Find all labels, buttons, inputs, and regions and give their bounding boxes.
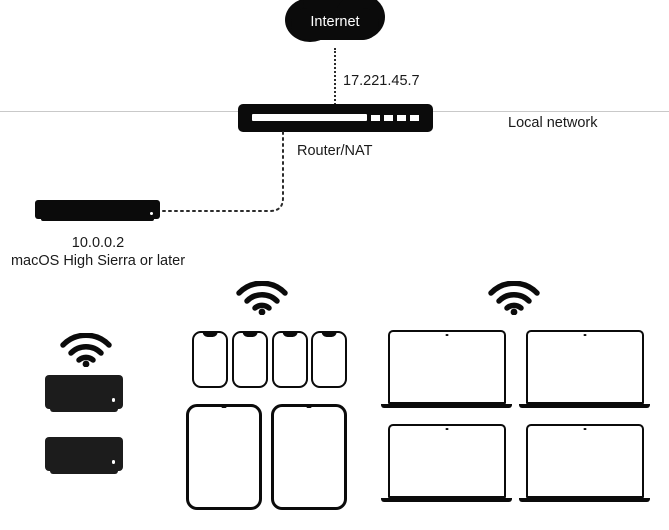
ipad-1[interactable] [186,404,262,510]
router-label: Router/NAT [297,143,373,159]
apple-tv-1-status-led [111,398,115,402]
ipad-1-camera [221,405,227,408]
mac-mini-foot [41,218,154,221]
macbook-3-base [381,497,512,502]
macbook-3[interactable] [381,424,512,502]
router-led-2 [384,115,393,121]
router-led-3 [397,115,406,121]
router-device[interactable] [238,104,433,132]
macbook-2-base [519,403,650,408]
public-ip-label: 17.221.45.7 [343,73,420,89]
iphone-4-notch [321,332,337,337]
mac-mini-server[interactable] [35,200,160,221]
local-network-label: Local network [508,115,598,131]
macbook-1-screen [387,330,506,404]
internet-cloud: Internet [285,0,385,48]
internet-to-router-link [334,48,336,108]
router-led-1 [371,115,380,121]
wifi-icon-appletv [60,333,112,367]
ipad-2[interactable] [271,404,347,510]
iphone-1-notch [202,332,218,337]
server-os-label: macOS High Sierra or later [10,253,186,269]
iphone-3[interactable] [272,331,308,388]
router-led-4 [410,115,419,121]
macbook-3-camera [445,427,448,430]
iphone-2[interactable] [232,331,268,388]
mac-mini-body [35,200,160,219]
router-led-group [371,115,419,121]
apple-tv-1-body [45,375,123,409]
server-ip-label: 10.0.0.2 [71,235,125,251]
macbook-4-screen [525,424,644,498]
mac-mini-status-led [150,212,153,215]
apple-tv-1-foot [50,408,118,412]
ipad-2-camera [306,405,312,408]
macbook-4-base [519,497,650,502]
apple-tv-2-status-led [111,460,115,464]
wifi-icon-laptop [488,281,540,315]
macbook-1-base [381,403,512,408]
macbook-4[interactable] [519,424,650,502]
macbook-2-screen [525,330,644,404]
iphone-2-notch [242,332,258,337]
apple-tv-2-foot [50,470,118,474]
router-server-dotted-path [162,131,284,212]
apple-tv-2[interactable] [45,437,123,475]
iphone-3-notch [282,332,298,337]
wifi-icon-mobile [236,281,288,315]
network-diagram-canvas: Internet 17.221.45.7 Local network Route… [0,0,669,530]
router-front-bar [252,114,367,121]
apple-tv-1[interactable] [45,375,123,413]
macbook-1-camera [445,333,448,336]
macbook-4-camera [583,427,586,430]
internet-label: Internet [310,14,360,30]
apple-tv-2-body [45,437,123,471]
iphone-4[interactable] [311,331,347,388]
macbook-2-camera [583,333,586,336]
macbook-2[interactable] [519,330,650,408]
macbook-1[interactable] [381,330,512,408]
macbook-3-screen [387,424,506,498]
iphone-1[interactable] [192,331,228,388]
